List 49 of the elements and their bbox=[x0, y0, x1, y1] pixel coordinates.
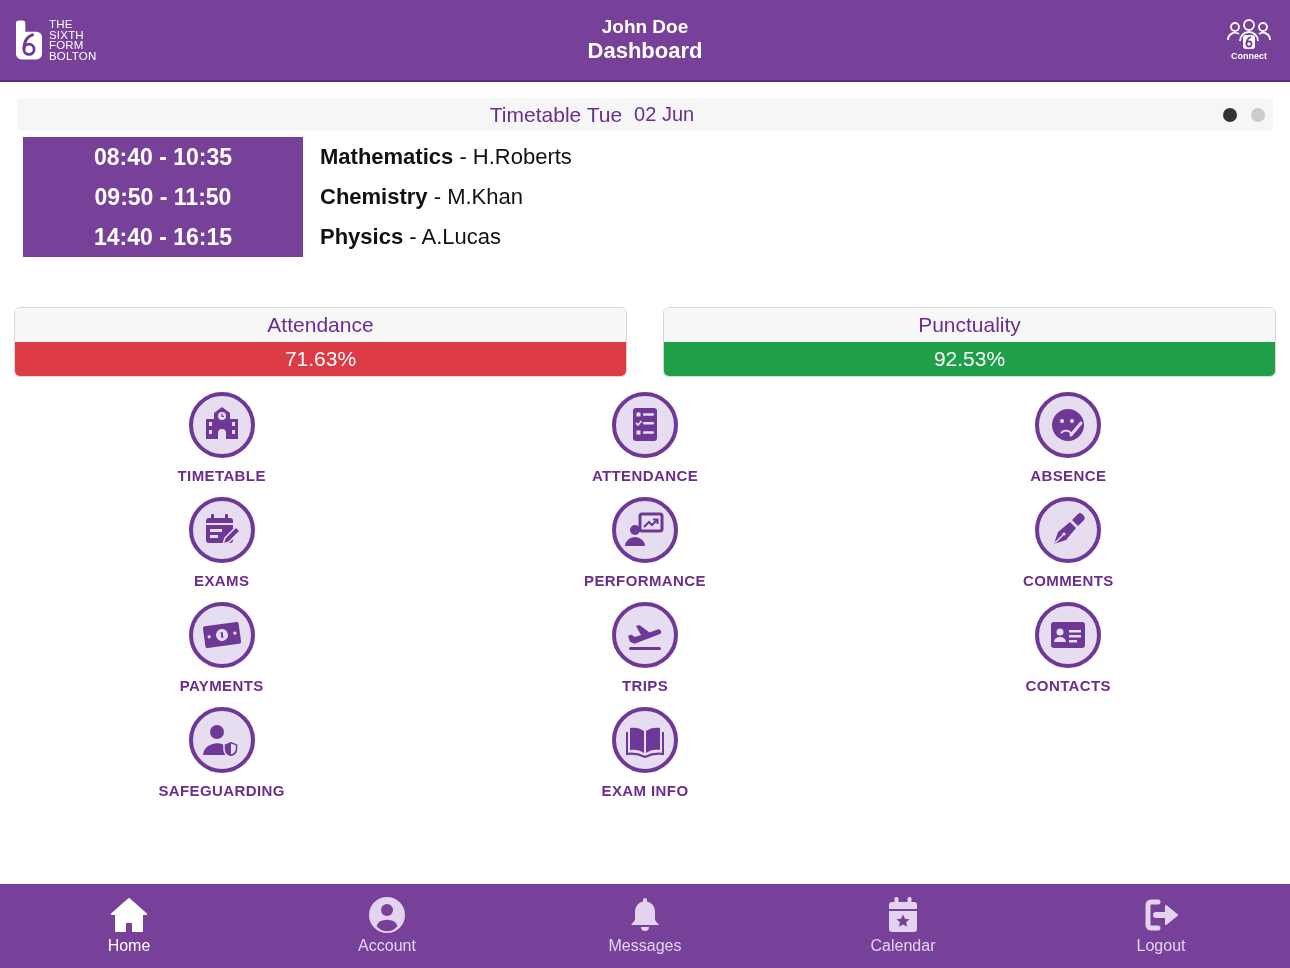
sad-face-icon bbox=[1035, 392, 1102, 458]
timetable-title: Timetable Tue bbox=[489, 102, 623, 127]
lesson-text: Chemistry - M.Khan bbox=[320, 184, 523, 210]
timetable-date: 02 Jun bbox=[634, 103, 695, 126]
connect-button[interactable]: Connect bbox=[1226, 19, 1272, 61]
lesson-time: 09:50 - 11:50 bbox=[94, 183, 232, 211]
stat-label: Attendance bbox=[267, 313, 374, 337]
person-shield-icon bbox=[188, 707, 255, 773]
pen-nib-icon bbox=[1035, 497, 1102, 563]
pager-dot[interactable] bbox=[1223, 107, 1237, 122]
menu-button[interactable]: TIMETABLE bbox=[177, 392, 266, 485]
menu-button[interactable]: TRIPS bbox=[612, 602, 678, 695]
pager-dot[interactable] bbox=[1251, 107, 1265, 122]
menu-button[interactable]: EXAMS bbox=[188, 497, 255, 590]
menu-button[interactable]: SAFEGUARDING bbox=[158, 707, 285, 800]
page-title: Dashboard bbox=[587, 38, 703, 64]
menu-button[interactable]: CONTACTS bbox=[1025, 602, 1112, 695]
logo-icon bbox=[16, 20, 42, 60]
menu-button[interactable]: EXAM INFO bbox=[601, 707, 689, 800]
open-book-icon bbox=[612, 707, 678, 773]
checklist-icon bbox=[612, 392, 678, 458]
nav-item[interactable]: Calendar bbox=[870, 884, 936, 968]
menu-button[interactable]: PERFORMANCE bbox=[584, 497, 706, 590]
menu-button[interactable]: ABSENCE bbox=[1030, 392, 1107, 485]
id-card-icon bbox=[1035, 602, 1102, 668]
lesson-text: Mathematics - H.Roberts bbox=[320, 144, 572, 170]
banknote-icon bbox=[188, 602, 255, 668]
people-group-icon bbox=[1226, 19, 1272, 49]
menu-button[interactable]: PAYMENTS bbox=[179, 602, 264, 695]
logo-wordmark: THE SIXTH FORM BOLTON bbox=[49, 19, 97, 61]
lesson-text: Physics - A.Lucas bbox=[320, 224, 501, 250]
menu-button[interactable]: COMMENTS bbox=[1022, 497, 1114, 590]
nav-item[interactable]: Account bbox=[358, 884, 416, 968]
user-circle-icon bbox=[367, 895, 407, 935]
school-building-icon bbox=[188, 392, 255, 458]
nav-item[interactable]: Logout bbox=[1136, 884, 1186, 968]
airplane-icon bbox=[612, 602, 678, 668]
lesson-time: 14:40 - 16:15 bbox=[93, 223, 233, 251]
presentation-chart-icon bbox=[612, 497, 678, 563]
house-icon bbox=[109, 895, 149, 935]
percentage-bar: 71.63% bbox=[15, 342, 626, 376]
calendar-pencil-icon bbox=[188, 497, 255, 563]
nav-item[interactable]: Messages bbox=[608, 884, 682, 968]
user-name: John Doe bbox=[601, 16, 689, 38]
percentage-bar: 92.53% bbox=[664, 342, 1275, 376]
menu-button[interactable]: ATTENDANCE bbox=[591, 392, 699, 485]
lesson-time: 08:40 - 10:35 bbox=[93, 143, 233, 171]
stat-label: Punctuality bbox=[918, 313, 1021, 337]
nav-item[interactable]: Home bbox=[107, 884, 151, 968]
